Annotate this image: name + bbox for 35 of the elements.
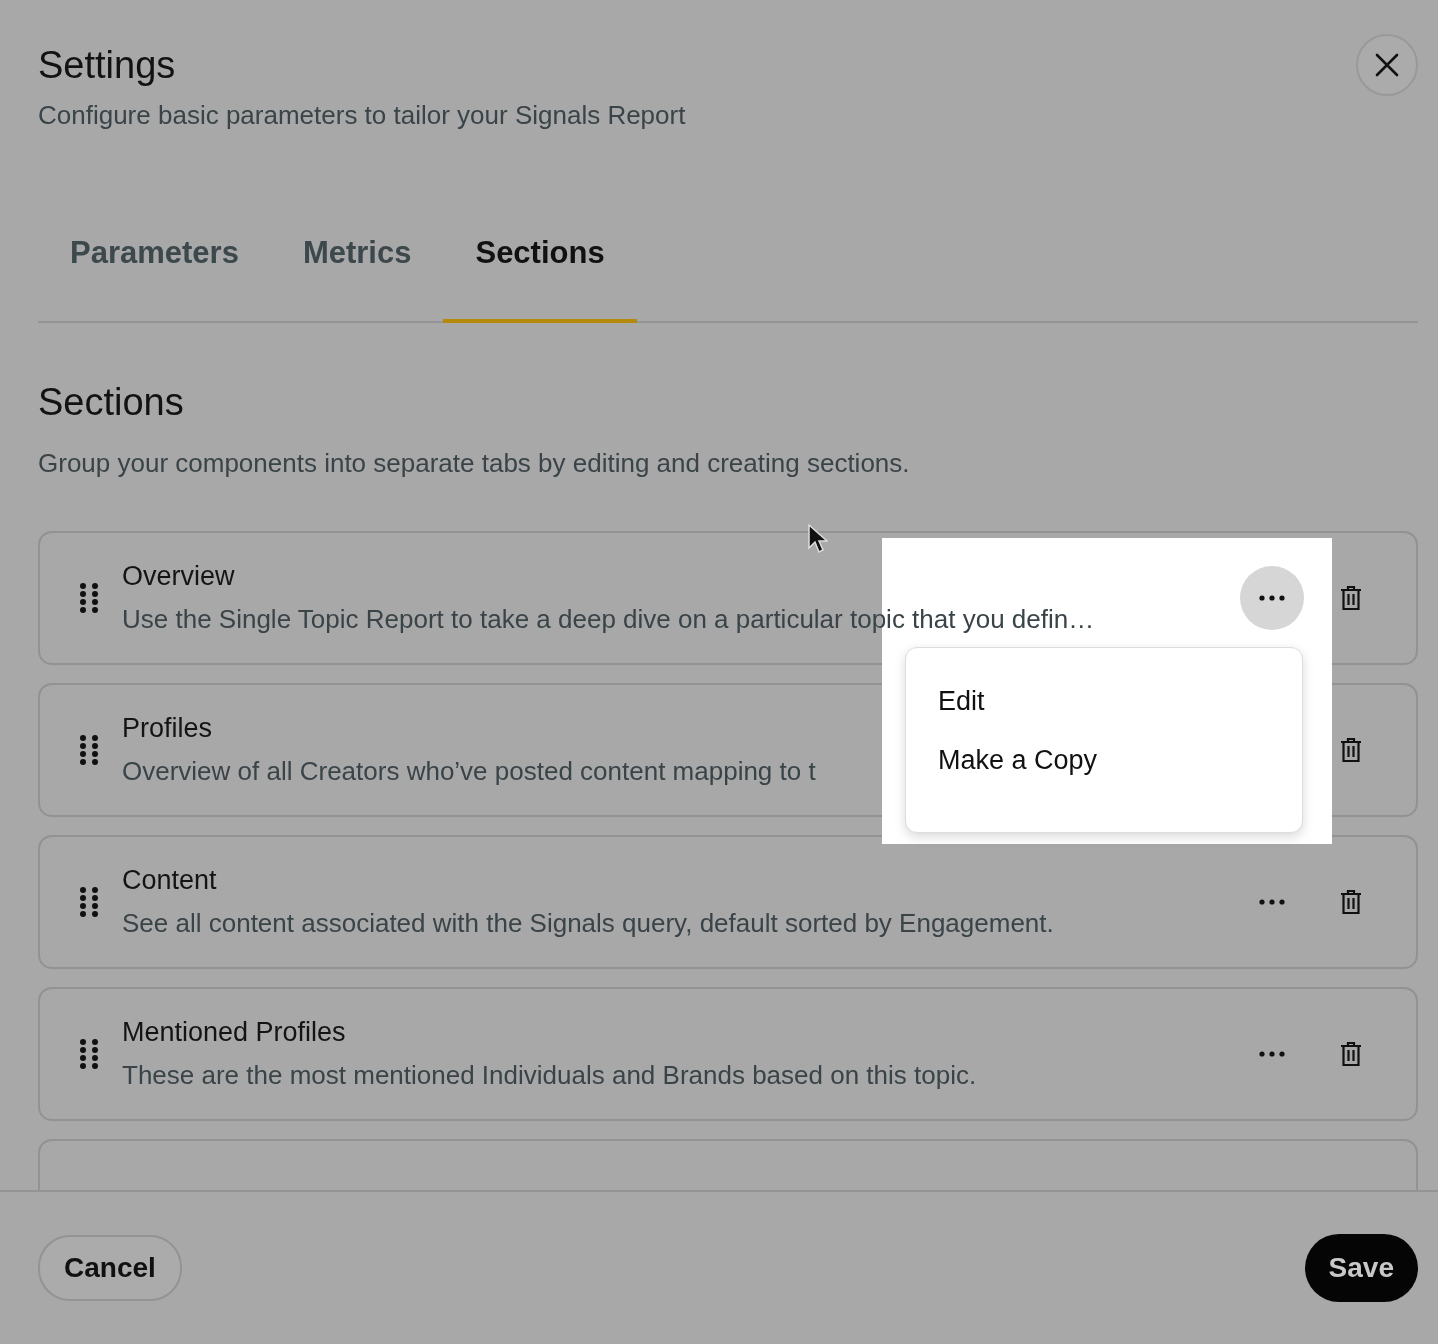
menu-item[interactable]: Edit (906, 672, 1302, 731)
delete-button[interactable] (1340, 1041, 1362, 1067)
section-description: See all content associated with the Signals query, default sorted by Engagement. (122, 908, 1054, 939)
section-description: These are the most mentioned Individuals and Brands based on this topic. (122, 1060, 977, 1091)
tab[interactable]: Sections (443, 209, 637, 323)
section-description: Group your components into separate tabs by editing and creating sections. (38, 448, 911, 479)
tab[interactable]: Parameters (38, 209, 271, 323)
section-description: Overview of all Creators who’ve posted content mapping to t (122, 756, 816, 787)
trash-icon (1340, 1041, 1362, 1067)
drag-handle-icon[interactable] (80, 583, 98, 613)
section-title: Profiles (122, 713, 213, 744)
trash-icon (1340, 585, 1362, 611)
drag-handle-icon[interactable] (80, 887, 98, 917)
cursor-icon (808, 524, 828, 554)
cancel-button[interactable]: Cancel (38, 1235, 182, 1301)
trash-icon (1340, 737, 1362, 763)
drag-handle-icon[interactable] (80, 735, 98, 765)
menu-item[interactable]: Make a Copy (906, 731, 1302, 790)
save-button[interactable]: Save (1304, 1234, 1418, 1302)
section-title: Overview (122, 561, 235, 592)
delete-button[interactable] (1340, 737, 1362, 763)
trash-icon (1340, 889, 1362, 915)
more-icon (1259, 1051, 1285, 1057)
drag-handle-icon[interactable] (80, 1039, 98, 1069)
dialog-title: Settings (38, 43, 177, 88)
dialog-subtitle: Configure basic parameters to tailor your Signals Report (38, 100, 686, 131)
section-heading: Sections (38, 381, 185, 424)
close-icon (1375, 53, 1399, 77)
delete-button[interactable] (1340, 585, 1362, 611)
more-icon (1259, 595, 1285, 601)
tab[interactable]: Metrics (270, 209, 444, 323)
delete-button[interactable] (1340, 889, 1362, 915)
section-title: Mentioned Profiles (122, 1017, 346, 1048)
section-title: Content (122, 865, 217, 896)
more-icon (1259, 899, 1285, 905)
